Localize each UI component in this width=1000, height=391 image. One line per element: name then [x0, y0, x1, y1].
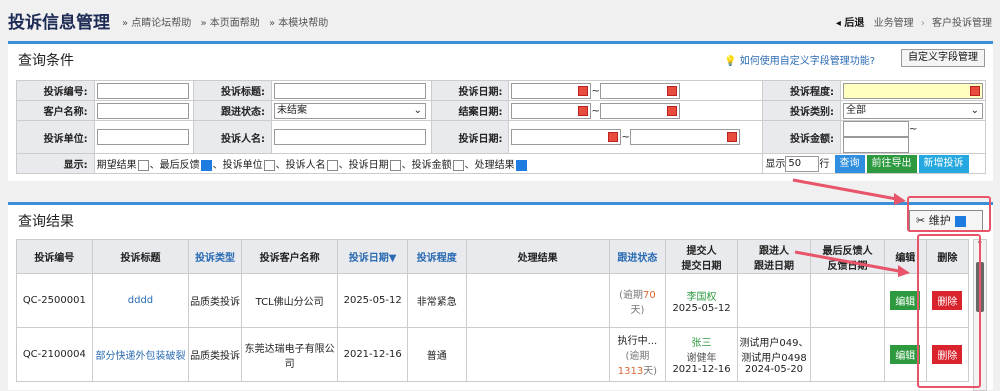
annotation-arrows — [792, 178, 910, 277]
arrow-line — [794, 250, 905, 274]
arrow-head — [894, 193, 906, 205]
arrow-line — [792, 178, 903, 202]
arrow-head — [898, 265, 910, 277]
